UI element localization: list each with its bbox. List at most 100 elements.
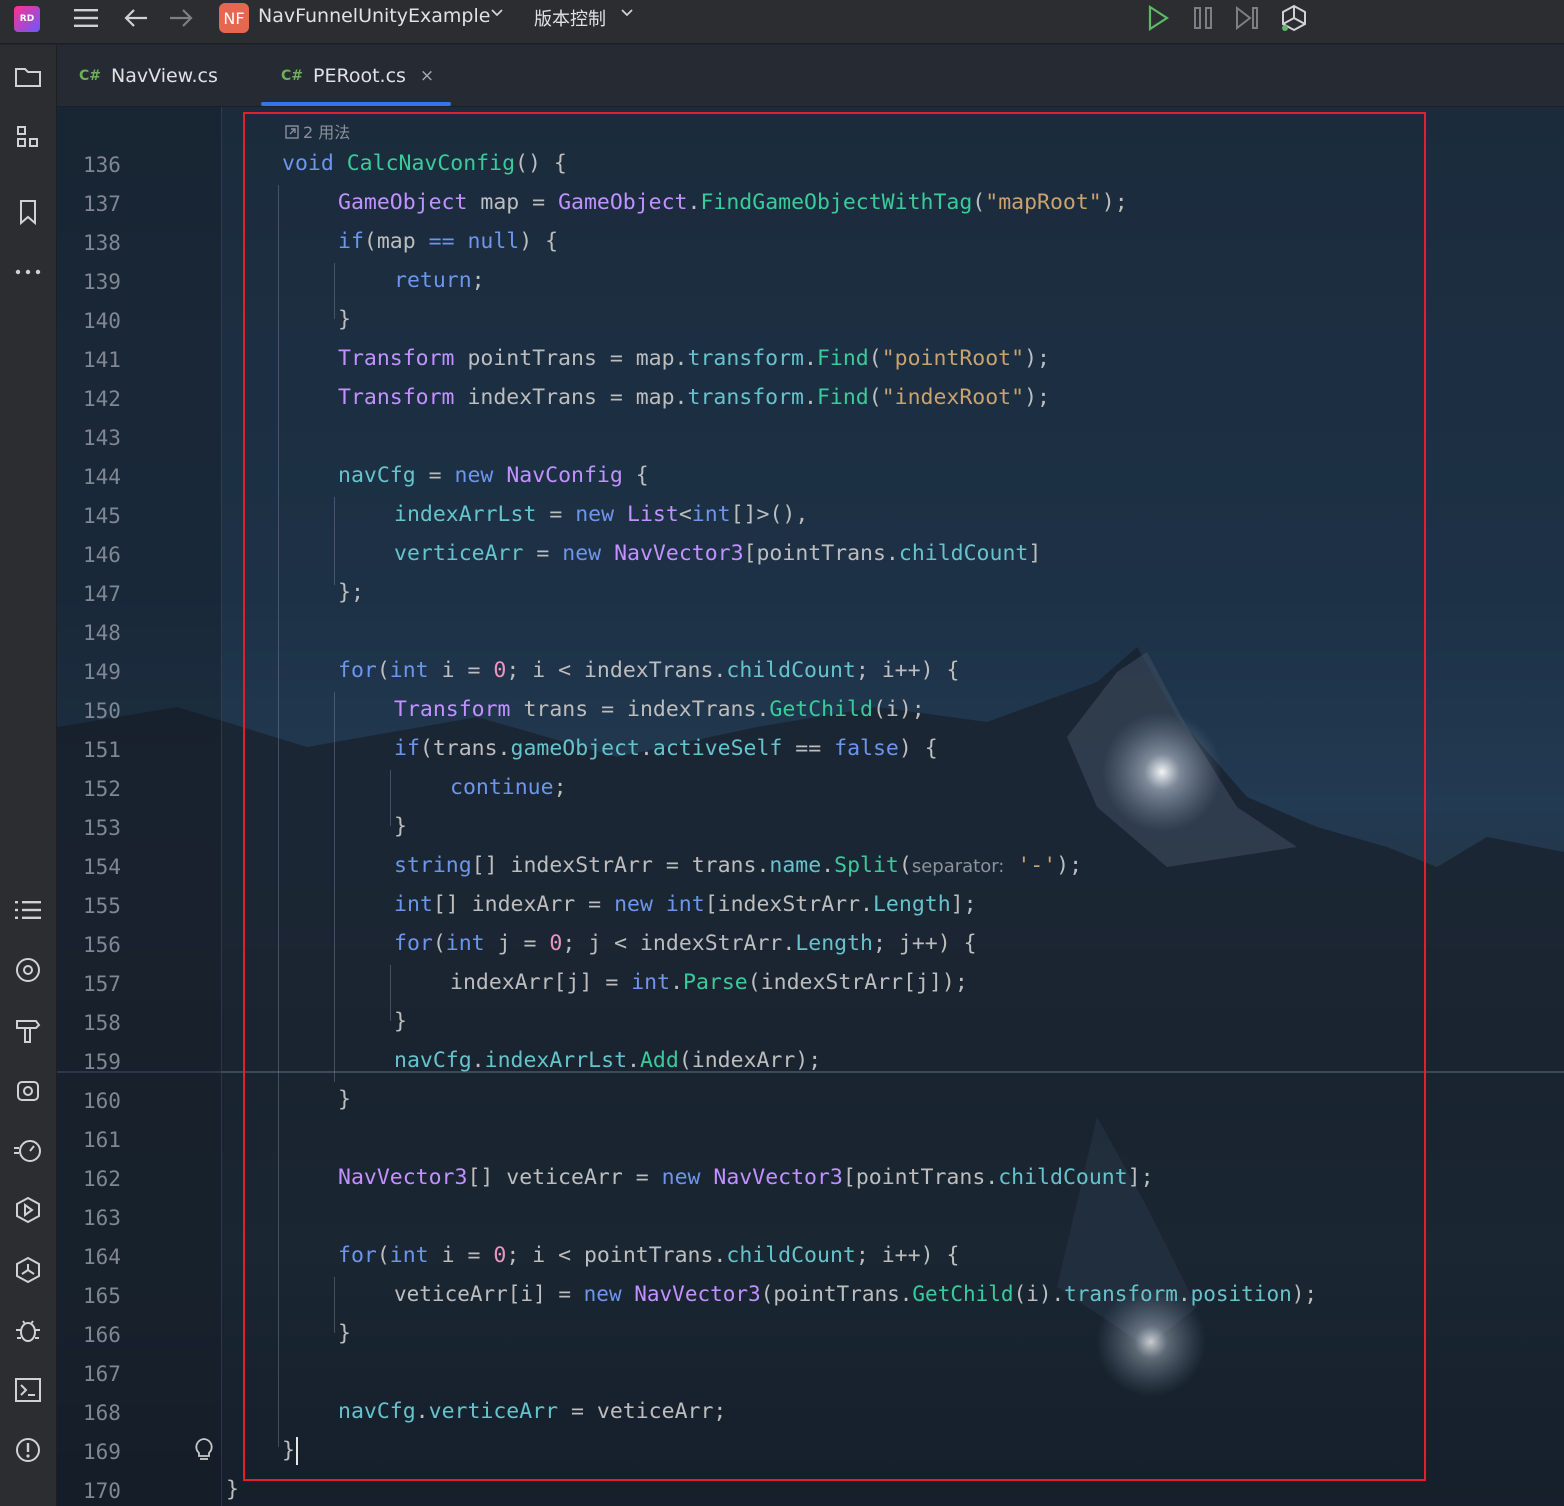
code-line-155[interactable]: int[] indexArr = new int[indexStrArr.Len… — [394, 892, 977, 917]
line-number[interactable]: 150 — [83, 699, 163, 723]
code-line-168[interactable]: navCfg.verticeArr = veticeArr; — [338, 1399, 726, 1424]
line-number[interactable]: 152 — [83, 777, 163, 801]
line-number[interactable]: 153 — [83, 816, 163, 840]
indent-guide — [334, 263, 335, 319]
code-line-149[interactable]: for(int i = 0; i < indexTrans.childCount… — [338, 658, 959, 683]
run-icon[interactable] — [1142, 0, 1174, 36]
line-number[interactable]: 140 — [83, 309, 163, 333]
back-arrow-icon[interactable] — [120, 0, 152, 36]
code-line-159[interactable]: navCfg.indexArrLst.Add(indexArr); — [394, 1048, 821, 1073]
code-line-169[interactable]: } — [282, 1438, 295, 1463]
pause-icon[interactable] — [1187, 0, 1219, 36]
line-number[interactable]: 163 — [83, 1206, 163, 1230]
code-line-137[interactable]: GameObject map = GameObject.FindGameObje… — [338, 190, 1128, 215]
rider-logo[interactable]: RD — [14, 6, 40, 32]
line-number[interactable]: 168 — [83, 1401, 163, 1425]
unity-icon[interactable] — [1277, 0, 1311, 36]
code-line-157[interactable]: indexArr[j] = int.Parse(indexStrArr[j]); — [450, 970, 968, 995]
line-number[interactable]: 141 — [83, 348, 163, 372]
code-line-160[interactable]: } — [338, 1087, 351, 1112]
line-number[interactable]: 160 — [83, 1089, 163, 1113]
code-line-142[interactable]: Transform indexTrans = map.transform.Fin… — [338, 385, 1050, 410]
line-number[interactable]: 167 — [83, 1362, 163, 1386]
forward-arrow-icon[interactable] — [165, 0, 197, 36]
line-number[interactable]: 166 — [83, 1323, 163, 1347]
tab-navview[interactable]: C# NavView.cs — [79, 45, 218, 107]
problems-icon[interactable] — [9, 1431, 47, 1469]
line-number[interactable]: 151 — [83, 738, 163, 762]
line-number[interactable]: 139 — [83, 270, 163, 294]
unity-icon[interactable] — [9, 1251, 47, 1289]
structure-icon[interactable] — [9, 118, 47, 156]
step-icon[interactable] — [1231, 0, 1263, 36]
list-icon[interactable] — [9, 891, 47, 929]
line-number[interactable]: 155 — [83, 894, 163, 918]
code-line-165[interactable]: veticeArr[i] = new NavVector3(pointTrans… — [394, 1282, 1317, 1306]
code-line-139[interactable]: return; — [394, 268, 485, 293]
code-line-170[interactable]: } — [226, 1477, 239, 1502]
line-number[interactable]: 148 — [83, 621, 163, 645]
code-line-164[interactable]: for(int i = 0; i < pointTrans.childCount… — [338, 1243, 959, 1268]
code-line-154[interactable]: string[] indexStrArr = trans.name.Split(… — [394, 853, 1082, 878]
code-line-150[interactable]: Transform trans = indexTrans.GetChild(i)… — [394, 697, 925, 722]
line-number[interactable]: 154 — [83, 855, 163, 879]
tab-peroot[interactable]: C# PERoot.cs × — [281, 45, 434, 107]
code-line-141[interactable]: Transform pointTrans = map.transform.Fin… — [338, 346, 1050, 371]
line-number[interactable]: 142 — [83, 387, 163, 411]
code-line-153[interactable]: } — [394, 814, 407, 839]
profiler-icon[interactable] — [9, 1131, 47, 1169]
line-number[interactable]: 170 — [83, 1479, 163, 1503]
line-number[interactable]: 146 — [83, 543, 163, 567]
line-number[interactable]: 158 — [83, 1011, 163, 1035]
line-number[interactable]: 144 — [83, 465, 163, 489]
close-icon[interactable]: × — [420, 66, 434, 86]
code-line-147[interactable]: }; — [338, 580, 364, 605]
code-line-136[interactable]: void CalcNavConfig() { — [282, 151, 567, 176]
line-number[interactable]: 164 — [83, 1245, 163, 1269]
chevron-down-icon[interactable] — [490, 6, 504, 24]
code-editor[interactable]: 2 用法 136 137 138 139 140 141 142 143 144 145 146 14… — [57, 107, 1564, 1506]
line-number[interactable]: 147 — [83, 582, 163, 606]
git-icon[interactable] — [9, 951, 47, 989]
line-number[interactable]: 145 — [83, 504, 163, 528]
code-line-152[interactable]: continue; — [450, 775, 567, 800]
code-line-145[interactable]: indexArrLst = new List<int[]>(), — [394, 502, 808, 527]
line-number[interactable]: 162 — [83, 1167, 163, 1191]
usages-hint[interactable]: 2 用法 — [285, 119, 350, 143]
line-number[interactable]: 161 — [83, 1128, 163, 1152]
code-line-140[interactable]: } — [338, 307, 351, 332]
project-name[interactable]: NavFunnelUnityExample — [258, 5, 490, 27]
code-line-138[interactable]: if(map == null) { — [338, 229, 558, 254]
folder-icon[interactable] — [9, 58, 47, 96]
chevron-down-icon[interactable] — [620, 6, 634, 24]
line-number[interactable]: 169 — [83, 1440, 163, 1464]
line-number[interactable]: 156 — [83, 933, 163, 957]
code-line-166[interactable]: } — [338, 1321, 351, 1346]
code-line-151[interactable]: if(trans.gameObject.activeSelf == false)… — [394, 736, 938, 761]
unity-test-icon[interactable] — [9, 1071, 47, 1109]
menu-icon[interactable] — [70, 0, 102, 36]
code-line-156[interactable]: for(int j = 0; j < indexStrArr.Length; j… — [394, 931, 977, 956]
more-icon[interactable] — [9, 253, 47, 291]
build-icon[interactable] — [9, 1011, 47, 1049]
code-line-158[interactable]: } — [394, 1009, 407, 1034]
line-number[interactable]: 138 — [83, 231, 163, 255]
line-number[interactable]: 165 — [83, 1284, 163, 1308]
line-number[interactable]: 137 — [83, 192, 163, 216]
line-number[interactable]: 136 — [83, 153, 163, 177]
debug-icon[interactable] — [9, 1311, 47, 1349]
bookmark-icon[interactable] — [9, 193, 47, 231]
project-badge[interactable]: NF — [219, 3, 249, 33]
line-number[interactable]: 159 — [83, 1050, 163, 1074]
run-tool-icon[interactable] — [9, 1191, 47, 1229]
line-number[interactable]: 143 — [83, 426, 163, 450]
code-line-144[interactable]: navCfg = new NavConfig { — [338, 463, 649, 488]
lightbulb-icon[interactable] — [193, 1437, 215, 1468]
line-number[interactable]: 157 — [83, 972, 163, 996]
version-control-menu[interactable]: 版本控制 — [534, 5, 606, 31]
indent-guide — [390, 965, 391, 1021]
code-line-146[interactable]: verticeArr = new NavVector3[pointTrans.c… — [394, 541, 1041, 566]
code-line-162[interactable]: NavVector3[] veticeArr = new NavVector3[… — [338, 1165, 1154, 1190]
terminal-icon[interactable] — [9, 1371, 47, 1409]
line-number[interactable]: 149 — [83, 660, 163, 684]
